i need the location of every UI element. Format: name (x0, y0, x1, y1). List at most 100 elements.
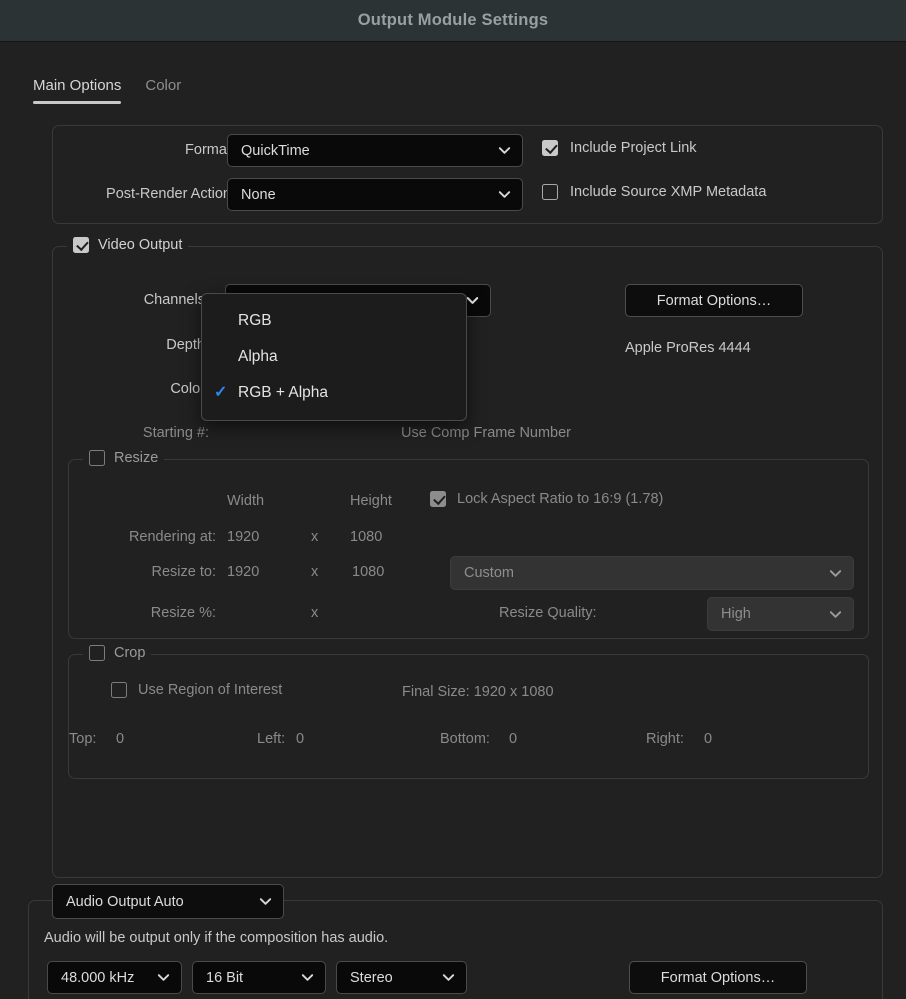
channels-dropdown-menu[interactable]: RGB Alpha ✓ RGB + Alpha (201, 293, 467, 421)
include-project-link-checkbox[interactable] (542, 140, 558, 156)
tab-bar: Main Options Color (0, 42, 906, 104)
depth-label: Depth: (166, 337, 209, 353)
include-source-xmp-checkbox[interactable] (542, 184, 558, 200)
resize-to-times: x (311, 564, 319, 580)
lock-aspect-ratio-label: Lock Aspect Ratio to 16:9 (1.78) (457, 491, 664, 507)
check-icon: ✓ (214, 384, 228, 401)
use-region-of-interest-label: Use Region of Interest (138, 682, 283, 698)
resize-quality-select[interactable]: High (707, 597, 854, 631)
crop-legend[interactable]: Crop (83, 645, 152, 661)
audio-format-options-label: Format Options… (660, 969, 776, 986)
resize-preset-select[interactable]: Custom (450, 556, 854, 590)
video-format-options-button[interactable]: Format Options… (625, 284, 803, 317)
resize-checkbox[interactable] (89, 450, 105, 466)
final-size-text: Final Size: 1920 x 1080 (402, 684, 554, 700)
crop-checkbox[interactable] (89, 645, 105, 661)
audio-note: Audio will be output only if the composi… (44, 930, 389, 946)
channels-option-rgb-alpha-label: RGB + Alpha (238, 384, 329, 401)
rendering-at-width: 1920 (227, 529, 260, 545)
video-output-legend-label: Video Output (98, 237, 183, 253)
chevron-down-icon (258, 894, 273, 909)
crop-bottom-label: Bottom: (440, 731, 490, 747)
codec-text: Apple ProRes 4444 (625, 340, 751, 356)
chevron-down-icon (497, 143, 512, 158)
channels-option-alpha-label: Alpha (238, 348, 278, 365)
tab-color-label: Color (145, 77, 182, 94)
tab-color[interactable]: Color (145, 77, 181, 104)
resize-percent-times: x (311, 605, 319, 621)
crop-bottom-value[interactable]: 0 (509, 731, 517, 747)
crop-group: Crop Use Region of Interest Final Size: … (68, 645, 869, 779)
crop-legend-label: Crop (114, 645, 146, 661)
resize-height-header: Height (350, 493, 392, 509)
include-source-xmp-label: Include Source XMP Metadata (570, 184, 767, 200)
crop-top-value[interactable]: 0 (116, 731, 124, 747)
post-render-action-label: Post-Render Action: (106, 186, 235, 202)
color-label: Color: (170, 381, 209, 397)
tab-main-options[interactable]: Main Options (33, 77, 122, 104)
audio-bit-depth-value: 16 Bit (206, 969, 244, 986)
audio-channels-value: Stereo (350, 969, 393, 986)
resize-preset-value: Custom (464, 565, 514, 581)
audio-format-options-button[interactable]: Format Options… (629, 961, 807, 994)
audio-group: Audio Output Auto Audio will be output o… (28, 884, 883, 999)
audio-channels-select[interactable]: Stereo (336, 961, 467, 994)
video-output-checkbox[interactable] (73, 237, 89, 253)
lock-aspect-ratio-checkbox[interactable] (430, 491, 446, 507)
chevron-down-icon (441, 970, 456, 985)
dialog-body: Format: QuickTime Post-Render Action: No… (0, 104, 906, 999)
use-region-of-interest-checkbox[interactable] (111, 682, 127, 698)
resize-quality-value: High (721, 606, 751, 622)
video-output-legend[interactable]: Video Output (67, 237, 189, 253)
chevron-down-icon (156, 970, 171, 985)
resize-group: Resize Width Height Lock Aspect Ratio to… (68, 450, 869, 639)
chevron-down-icon (828, 566, 843, 581)
resize-percent-label: Resize %: (150, 605, 216, 621)
include-source-xmp-row[interactable]: Include Source XMP Metadata (542, 184, 766, 200)
crop-right-value[interactable]: 0 (704, 731, 712, 747)
channels-option-alpha[interactable]: Alpha (202, 339, 466, 375)
video-output-group: Video Output Channels: RGB + Alpha Depth… (52, 237, 883, 878)
include-project-link-label: Include Project Link (570, 140, 697, 156)
include-project-link-row[interactable]: Include Project Link (542, 140, 697, 156)
rendering-at-label: Rendering at: (128, 529, 216, 545)
resize-legend[interactable]: Resize (83, 450, 165, 466)
channels-option-rgb-alpha[interactable]: ✓ RGB + Alpha (202, 375, 466, 411)
chevron-down-icon (300, 970, 315, 985)
format-label: Format: (185, 142, 235, 158)
crop-left-label: Left: (257, 731, 286, 747)
output-module-settings-dialog: Output Module Settings Main Options Colo… (0, 0, 906, 999)
format-select[interactable]: QuickTime (227, 134, 523, 167)
dialog-title: Output Module Settings (357, 11, 549, 29)
resize-legend-label: Resize (114, 450, 159, 466)
audio-sample-rate-value: 48.000 kHz (61, 969, 135, 986)
starting-number-label: Starting #: (142, 425, 209, 441)
dialog-titlebar: Output Module Settings (0, 0, 906, 42)
use-comp-frame-number-label: Use Comp Frame Number (401, 425, 572, 441)
format-select-value: QuickTime (241, 142, 310, 159)
resize-to-height[interactable]: 1080 (352, 564, 384, 580)
channels-option-rgb-label: RGB (238, 312, 272, 329)
lock-aspect-ratio-row[interactable]: Lock Aspect Ratio to 16:9 (1.78) (430, 491, 663, 507)
audio-sample-rate-select[interactable]: 48.000 kHz (47, 961, 182, 994)
tab-main-options-label: Main Options (33, 77, 122, 94)
channels-label: Channels: (143, 292, 209, 308)
audio-bit-depth-select[interactable]: 16 Bit (192, 961, 326, 994)
resize-quality-label: Resize Quality: (499, 605, 597, 621)
rendering-at-times: x (311, 529, 319, 545)
chevron-down-icon (465, 293, 480, 308)
crop-right-label: Right: (646, 731, 684, 747)
rendering-at-height: 1080 (350, 529, 383, 545)
resize-to-width[interactable]: 1920 (227, 564, 259, 580)
post-render-action-select[interactable]: None (227, 178, 523, 211)
audio-output-mode-select[interactable]: Audio Output Auto (52, 884, 284, 919)
format-group: Format: QuickTime Post-Render Action: No… (52, 125, 883, 224)
use-region-of-interest-row[interactable]: Use Region of Interest (111, 682, 282, 698)
resize-to-label: Resize to: (151, 564, 216, 580)
crop-top-label: Top: (69, 731, 97, 747)
chevron-down-icon (828, 607, 843, 622)
audio-output-mode-value: Audio Output Auto (66, 893, 184, 910)
crop-left-value[interactable]: 0 (296, 731, 304, 747)
channels-option-rgb[interactable]: RGB (202, 303, 466, 339)
video-format-options-label: Format Options… (656, 292, 772, 309)
